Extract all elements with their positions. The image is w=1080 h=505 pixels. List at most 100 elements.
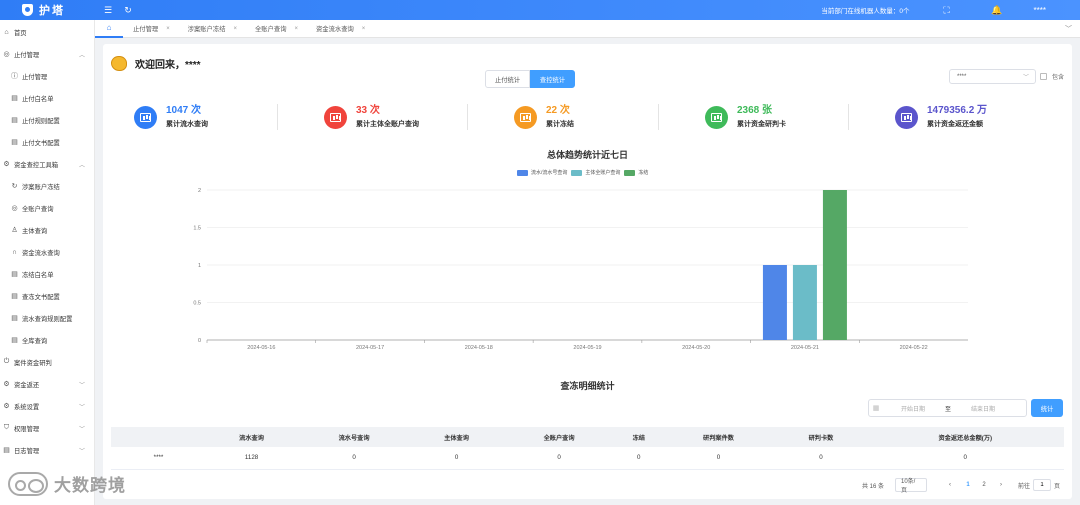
column-header[interactable]: 流水查询 xyxy=(206,427,298,447)
column-header[interactable]: 流水号查询 xyxy=(297,427,411,447)
legend-item[interactable]: 流水/流水号查询 xyxy=(517,169,567,176)
divider xyxy=(848,104,849,130)
prev-page-icon[interactable]: ‹ xyxy=(945,478,955,492)
start-date-input[interactable]: 开始日期 xyxy=(883,404,943,413)
table-cell: 0 xyxy=(411,447,503,470)
sidebar-item-system-settings[interactable]: ⚙ 系统设置 ﹀ xyxy=(0,395,94,417)
trend-bar-chart: 0 0.5 1 1.5 2 2024-05-16 2024-05-17 2024-05-18 2… xyxy=(193,188,968,351)
sidebar-item-fund-toolbox[interactable]: ⚙ 资金查控工具箱 ︿ xyxy=(0,153,94,175)
sidebar-item-permissions[interactable]: ⛉ 权限管理 ﹀ xyxy=(0,417,94,439)
sidebar-item-subject-query[interactable]: ♙ 主体查询 xyxy=(0,219,94,241)
column-header[interactable]: 主体查询 xyxy=(411,427,503,447)
legend-item[interactable]: 主体全账户查询 xyxy=(571,169,620,176)
refresh-icon[interactable]: ↻ xyxy=(121,5,135,16)
y-tick-label: 2 xyxy=(198,188,201,194)
stat-label: 累计资金研判卡 xyxy=(737,121,786,128)
column-header[interactable]: 研判卡数 xyxy=(775,427,867,447)
x-tick-label: 2024-05-17 xyxy=(356,345,384,351)
sidebar-item-account-freeze[interactable]: ↻ 涉案账户冻结 xyxy=(0,175,94,197)
query-stats-button[interactable]: 查控统计 xyxy=(530,70,575,88)
stat-value: 33 次 xyxy=(356,105,380,116)
column-header[interactable]: 冻结 xyxy=(616,427,662,447)
sidebar-item-payment-rules[interactable]: ▤ 止付规则配置 xyxy=(0,109,94,131)
list-icon: ▤ xyxy=(11,293,18,300)
stat-value: 1479356.2 万 xyxy=(927,105,988,116)
close-icon[interactable]: × xyxy=(362,26,366,32)
sidebar-item-payment-docs[interactable]: ▤ 止付文书配置 xyxy=(0,131,94,153)
sidebar-item-all-accounts[interactable]: ◎ 全账户查询 xyxy=(0,197,94,219)
pagination-total: 共 16 条 xyxy=(862,483,885,490)
sidebar-item-full-db-query[interactable]: ▤ 全库查询 xyxy=(0,329,94,351)
date-range-picker[interactable]: ▦ 开始日期 至 结束日期 xyxy=(868,399,1027,417)
sidebar-item-fund-flow[interactable]: ∩ 资金流水查询 xyxy=(0,241,94,263)
checkbox-box[interactable] xyxy=(1040,73,1047,80)
sidebar-item-logs[interactable]: ▤ 日志管理 ﹀ xyxy=(0,439,94,461)
page-number[interactable]: 1 xyxy=(963,478,973,492)
table-cell: 0 xyxy=(297,447,411,470)
legend-item[interactable]: 冻结 xyxy=(624,169,648,176)
fullscreen-icon[interactable]: ⛶ xyxy=(940,5,954,16)
loop-icon: ∩ xyxy=(11,248,18,256)
shield-icon xyxy=(22,4,33,16)
sidebar-item-freeze-whitelist[interactable]: ▤ 冻结白名单 xyxy=(0,263,94,285)
column-header[interactable]: 研判案件数 xyxy=(661,427,776,447)
payment-stats-button[interactable]: 止付统计 xyxy=(485,70,530,88)
list-icon: ▤ xyxy=(11,337,18,344)
close-icon[interactable]: × xyxy=(233,26,237,32)
stat-flow-query: 1047 次累计流水查询 xyxy=(134,102,208,132)
app-logo[interactable]: 护塔 xyxy=(0,0,95,20)
page-size-select[interactable]: 10条/页 xyxy=(895,478,927,494)
tab-fund-flow[interactable]: 资金流水查询 × xyxy=(306,20,373,38)
menu-fold-icon[interactable]: ☰ xyxy=(101,5,115,16)
page-number[interactable]: 2 xyxy=(979,478,989,492)
goto-page-input[interactable] xyxy=(1033,479,1052,491)
tab-payment-stop[interactable]: 止付管理 × xyxy=(123,20,178,38)
x-tick-label: 2024-05-22 xyxy=(900,345,928,351)
include-checkbox[interactable]: 包含 xyxy=(1040,72,1064,81)
stat-fund-return: 1479356.2 万累计资金返还金额 xyxy=(895,102,987,132)
stat-value: 1047 次 xyxy=(166,105,202,116)
chevron-down-icon[interactable]: ﹀ xyxy=(1065,24,1072,34)
sidebar-item-home[interactable]: ⌂ 首页 xyxy=(0,21,94,43)
chevron-down-icon: ﹀ xyxy=(78,448,85,455)
department-select[interactable]: **** ﹀ xyxy=(949,69,1036,84)
sidebar-item-payment-whitelist[interactable]: ▤ 止付白名单 xyxy=(0,87,94,109)
sidebar-item-payment-stop[interactable]: ◎ 止付管理 ︿ xyxy=(0,43,94,65)
tab-home[interactable]: ⌂ xyxy=(95,20,123,38)
run-stats-button[interactable]: 统计 xyxy=(1031,399,1063,417)
end-date-input[interactable]: 结束日期 xyxy=(953,404,1013,413)
legend-swatch xyxy=(624,169,636,176)
user-menu[interactable]: **** xyxy=(1034,6,1046,15)
tab-all-accounts[interactable]: 全账户查询 × xyxy=(245,20,306,38)
sidebar-item-fund-return[interactable]: ⚙ 资金返还 ﹀ xyxy=(0,373,94,395)
circle-icon: ◎ xyxy=(11,205,18,212)
pagination-goto: 前往 页 xyxy=(1018,478,1060,492)
chevron-down-icon: ﹀ xyxy=(1022,75,1029,81)
list-icon: ▤ xyxy=(3,447,10,454)
x-tick-label: 2024-05-20 xyxy=(682,345,710,351)
date-separator: 至 xyxy=(944,406,951,413)
tab-account-freeze[interactable]: 涉案账户冻结 × xyxy=(178,20,245,38)
sidebar-item-payment-stop-manage[interactable]: ⓘ 止付管理 xyxy=(0,65,94,87)
welcome-heading: 欢迎回来，**** xyxy=(111,56,201,71)
sidebar-item-case-analysis[interactable]: ⏻ 案件资金研判 xyxy=(0,351,94,373)
legend-swatch xyxy=(571,169,583,176)
bar-chart-icon xyxy=(514,105,537,129)
list-icon: ▤ xyxy=(11,95,18,102)
next-page-icon[interactable]: › xyxy=(996,478,1006,492)
stats-mode-switch: 止付统计 查控统计 xyxy=(485,70,575,88)
stat-freeze: 22 次累计冻结 xyxy=(514,102,574,132)
user-icon: ♙ xyxy=(11,227,18,234)
main-card: 欢迎回来，**** 止付统计 查控统计 **** ﹀ 包含 1047 次累计流水… xyxy=(103,44,1072,499)
sidebar-item-flow-rules[interactable]: ▤ 流水查询规则配置 xyxy=(0,307,94,329)
column-header[interactable]: 资金返还总金额(万) xyxy=(866,427,1064,447)
table-row[interactable]: **** 1128 0 0 0 0 0 0 0 xyxy=(111,447,1064,470)
close-icon[interactable]: × xyxy=(294,26,298,32)
include-label: 包含 xyxy=(1052,75,1065,81)
bell-icon[interactable]: 🔔 xyxy=(990,5,1004,16)
sidebar-item-freeze-docs[interactable]: ▤ 查冻文书配置 xyxy=(0,285,94,307)
close-icon[interactable]: × xyxy=(166,26,170,32)
watermark-text: 大数跨境 xyxy=(54,476,126,495)
y-tick-label: 1.5 xyxy=(193,226,201,232)
column-header[interactable]: 全账户查询 xyxy=(502,427,616,447)
